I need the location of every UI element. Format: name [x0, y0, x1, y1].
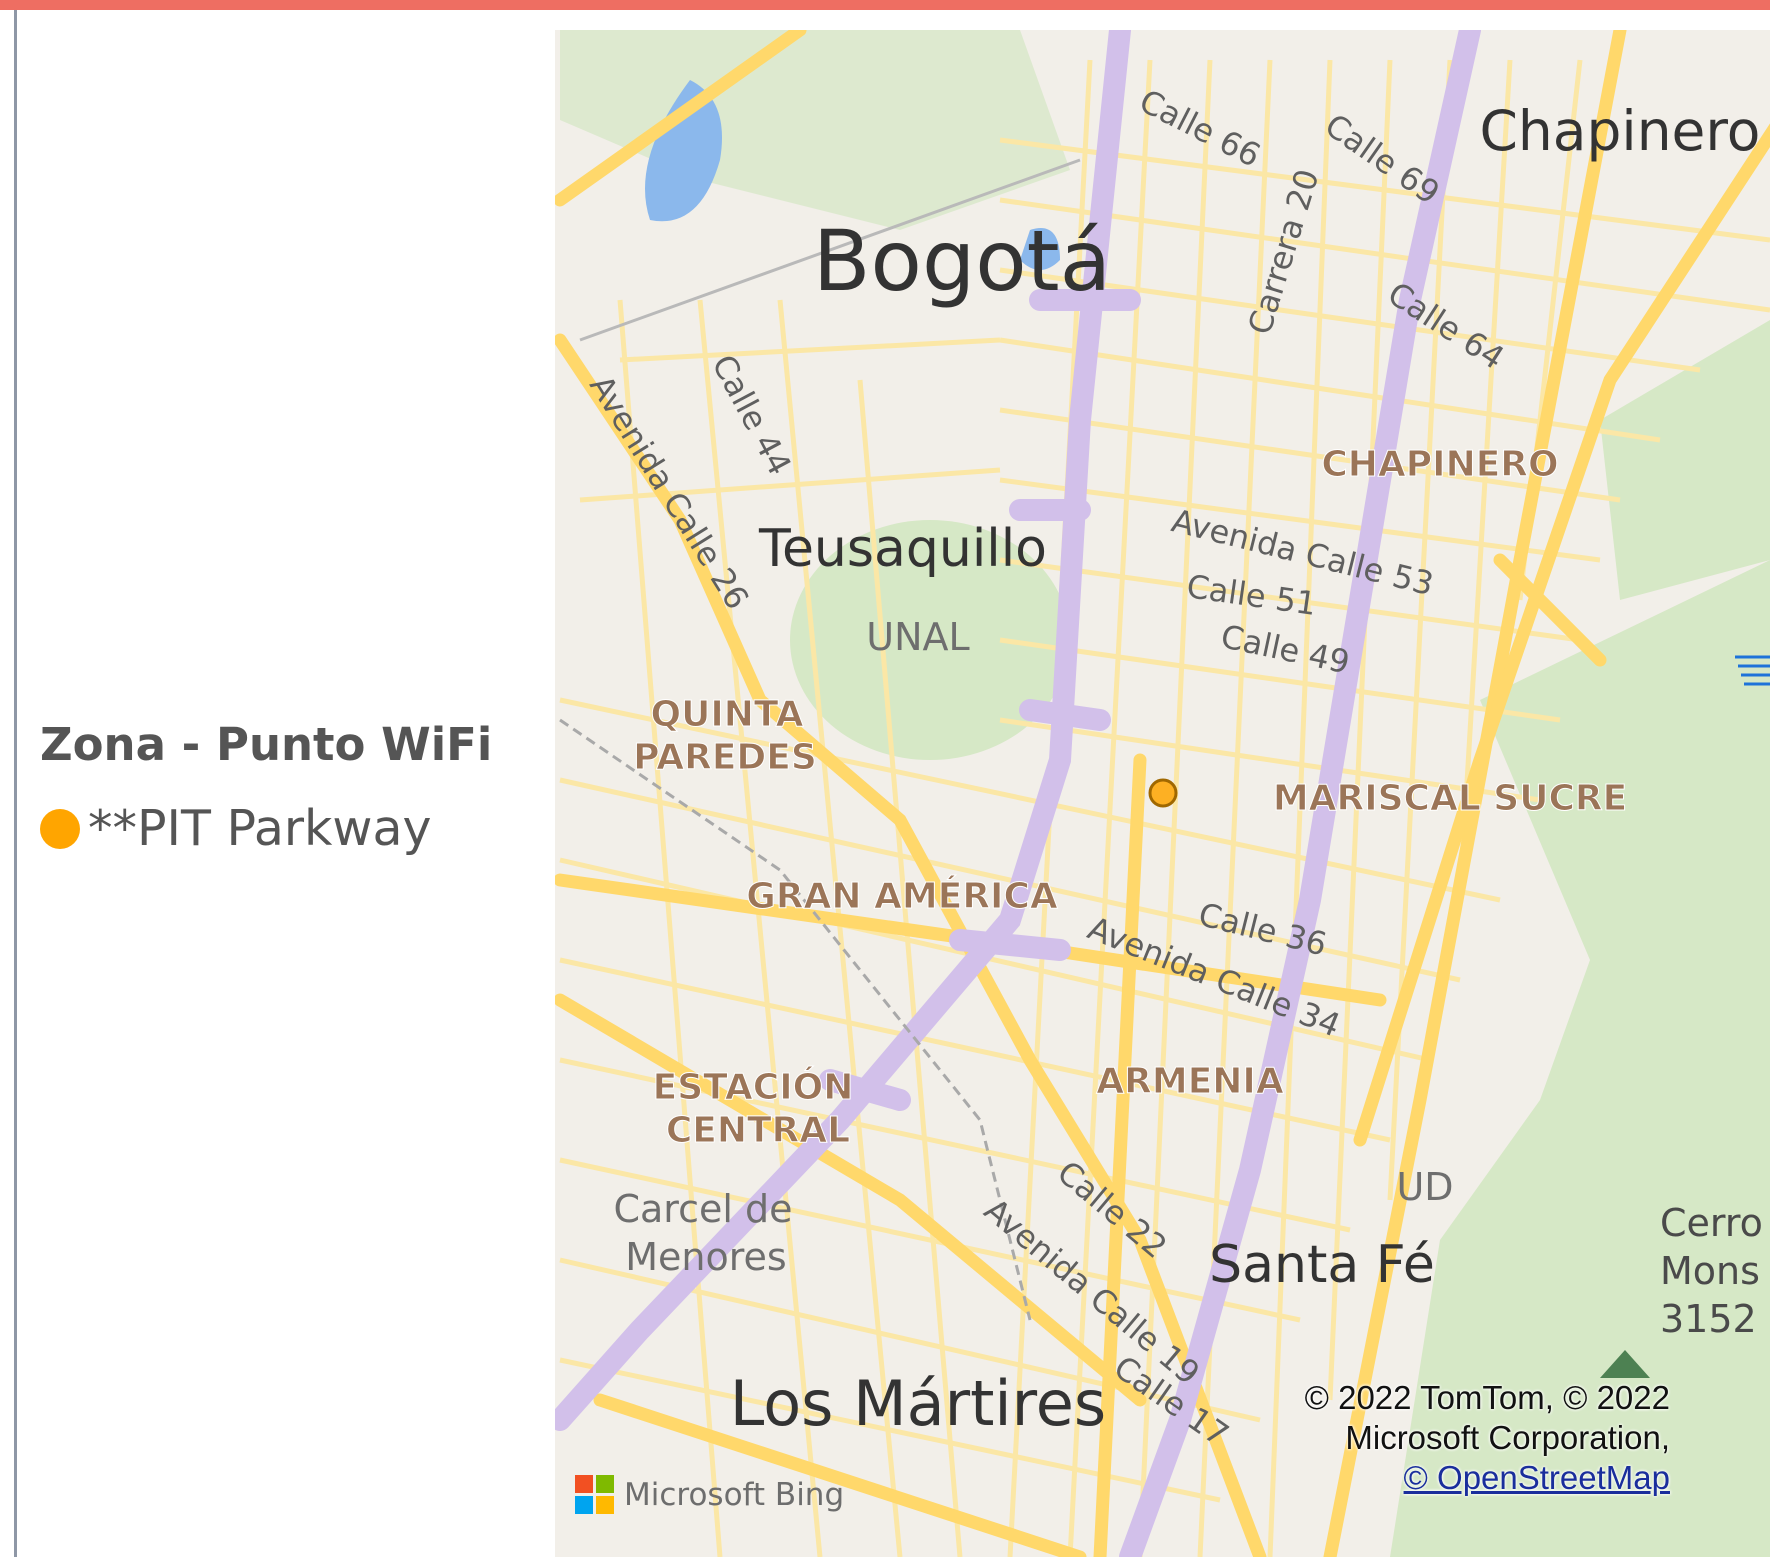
label-armenia: ARMENIA [1096, 1061, 1284, 1102]
label-chapinero-hood: CHAPINERO [1321, 444, 1558, 485]
label-chapinero-city: Chapinero [1480, 99, 1761, 163]
visual-header-bar [0, 0, 1770, 10]
legend-item-label: **PIT Parkway [88, 800, 432, 857]
microsoft-logo-icon [575, 1475, 614, 1514]
openstreetmap-link[interactable]: © OpenStreetMap [1210, 1458, 1670, 1498]
label-quinta-2: PAREDES [633, 737, 817, 778]
attribution-line-2: Microsoft Corporation, [1345, 1419, 1670, 1456]
label-estacion-1: ESTACIÓN [653, 1066, 854, 1108]
visual-border [14, 10, 17, 1557]
bing-logo[interactable]: Microsoft Bing [575, 1475, 844, 1514]
label-mariscal-sucre: MARISCAL SUCRE [1273, 778, 1627, 819]
map-view[interactable]: Bogotá Chapinero Teusaquillo Los Mártire… [555, 30, 1770, 1557]
label-estacion-2: CENTRAL [666, 1110, 850, 1151]
label-carcel-2: Menores [625, 1235, 786, 1279]
label-gran-america: GRAN AMÉRICA [746, 875, 1058, 917]
label-carcel-1: Carcel de [613, 1187, 792, 1231]
attribution-line-1: © 2022 TomTom, © 2022 [1304, 1379, 1670, 1416]
legend-item[interactable]: **PIT Parkway [40, 800, 432, 857]
map-canvas: Bogotá Chapinero Teusaquillo Los Mártire… [555, 30, 1770, 1557]
label-los-martires: Los Mártires [730, 1367, 1106, 1440]
legend-marker-icon [40, 808, 80, 849]
label-quinta-1: QUINTA [651, 694, 804, 735]
label-bogota: Bogotá [813, 212, 1111, 310]
label-cerro-2: Mons [1660, 1249, 1760, 1293]
legend-title: Zona - Punto WiFi [40, 718, 493, 771]
wifi-point-marker [1148, 778, 1178, 808]
label-cerro-1: Cerro [1660, 1201, 1763, 1245]
label-unal: UNAL [866, 615, 969, 659]
label-santa-fe: Santa Fé [1209, 1235, 1435, 1295]
label-ud: UD [1396, 1165, 1453, 1209]
label-teusaquillo: Teusaquillo [758, 519, 1047, 579]
bing-logo-text: Microsoft Bing [624, 1476, 845, 1513]
map-attribution: © 2022 TomTom, © 2022 Microsoft Corporat… [1210, 1378, 1670, 1498]
label-cerro-3: 3152 r [1660, 1297, 1770, 1341]
